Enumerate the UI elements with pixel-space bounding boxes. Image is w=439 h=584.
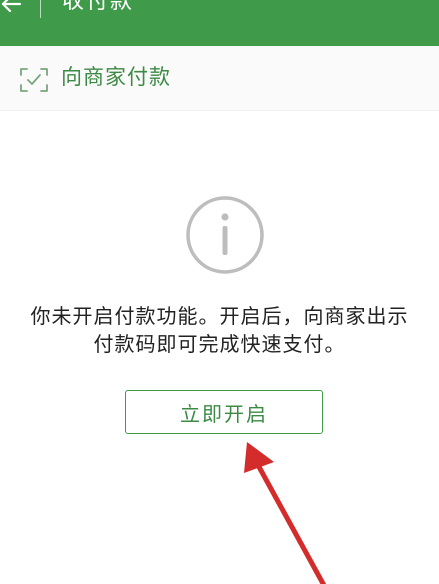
pay-merchant-row[interactable]: 向商家付款 <box>0 46 439 111</box>
arrow-left-icon[interactable] <box>0 0 26 20</box>
notice-line-1: 你未开启付款功能。开启后，向商家出示 <box>30 304 409 328</box>
top-app-bar: 收付款 <box>0 0 439 46</box>
header-divider <box>40 0 41 18</box>
page-title: 收付款 <box>62 0 135 14</box>
enable-now-button[interactable]: 立即开启 <box>125 390 323 434</box>
payment-disabled-notice: 你未开启付款功能。开启后，向商家出示 付款码即可完成快速支付。 <box>0 302 439 358</box>
info-circle-icon <box>186 196 264 274</box>
scan-frame-check-icon <box>20 68 48 92</box>
notice-line-2: 付款码即可完成快速支付。 <box>93 332 346 356</box>
pay-merchant-label: 向商家付款 <box>61 65 171 89</box>
